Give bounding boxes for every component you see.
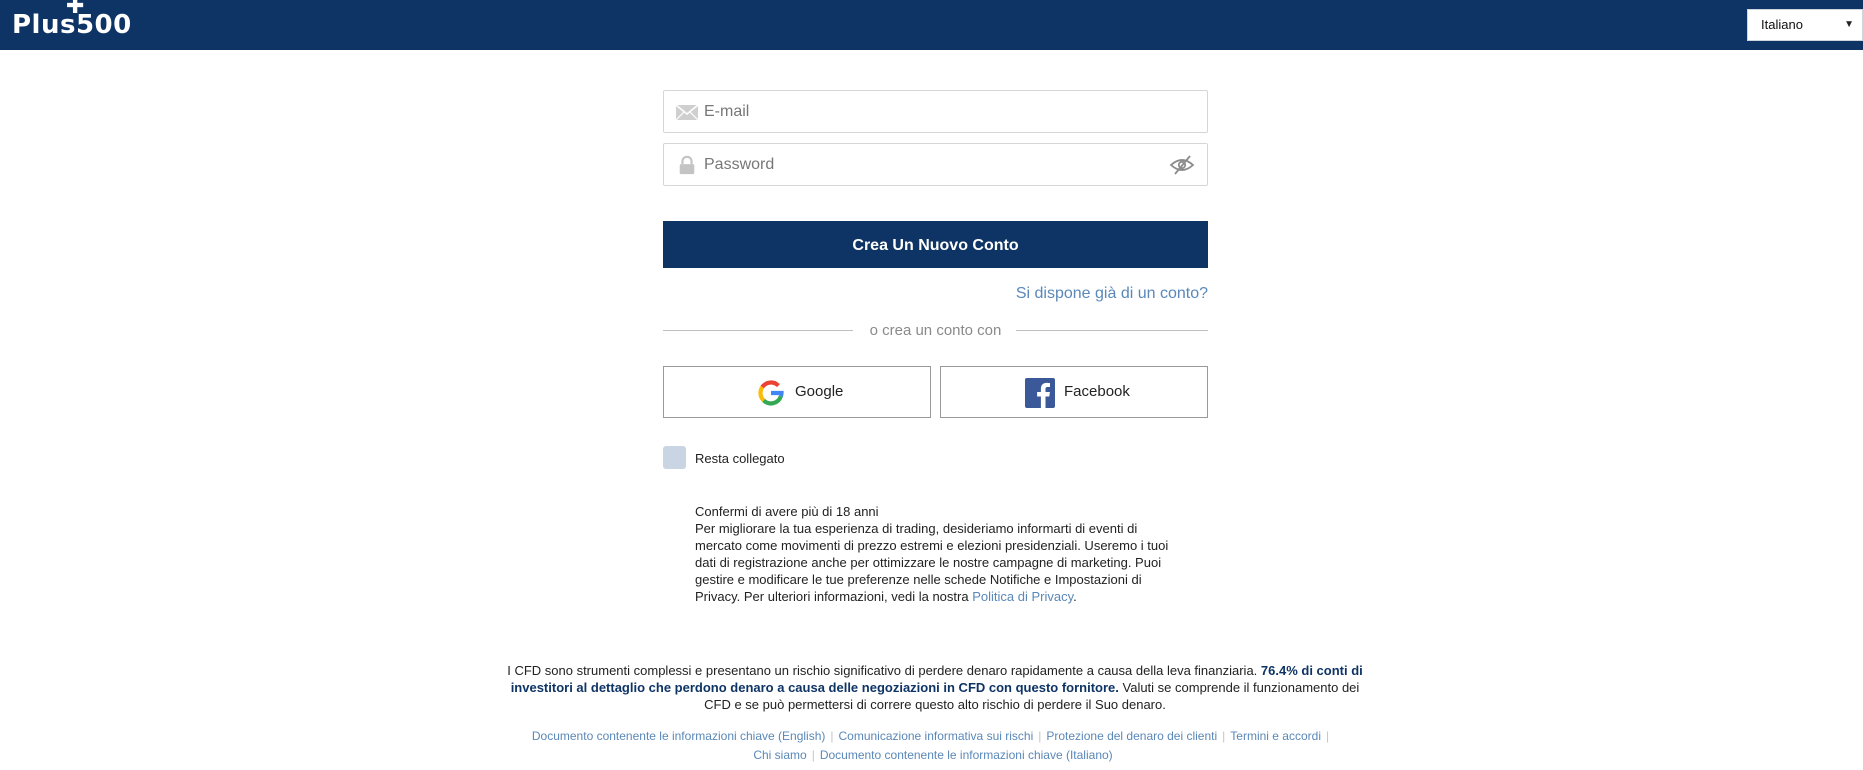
facebook-label: Facebook bbox=[1064, 383, 1130, 400]
consent-last-suffix: . bbox=[1073, 589, 1077, 604]
top-bar: Plus500 ✚ Italiano ▼ bbox=[0, 0, 1863, 50]
facebook-signup-button[interactable]: Facebook bbox=[940, 366, 1208, 418]
footer-link-kid-english[interactable]: Documento contenente le informazioni chi… bbox=[532, 729, 826, 743]
envelope-icon bbox=[675, 104, 699, 121]
language-select[interactable]: Italiano ▼ bbox=[1747, 9, 1863, 41]
lock-icon bbox=[679, 155, 695, 175]
footer-link-terms[interactable]: Termini e accordi bbox=[1230, 729, 1321, 743]
risk-warning: I CFD sono strumenti complessi e present… bbox=[500, 662, 1370, 713]
consent-last-prefix: Privacy. Per ulteriori informazioni, ved… bbox=[695, 589, 973, 604]
age-confirmation: Confermi di avere più di 18 anni bbox=[695, 504, 879, 519]
consent-line: gestire e modificare le tue preferenze n… bbox=[695, 572, 1142, 587]
consent-line: dati di registrazione anche per ottimizz… bbox=[695, 555, 1162, 570]
stay-logged-in-checkbox[interactable] bbox=[663, 446, 686, 469]
password-field[interactable] bbox=[663, 143, 1208, 186]
divider-text: o crea un conto con bbox=[869, 322, 1002, 339]
consent-line: Per migliorare la tua esperienza di trad… bbox=[695, 521, 1138, 536]
privacy-policy-link[interactable]: Politica di Privacy bbox=[972, 589, 1073, 604]
caret-down-icon: ▼ bbox=[1844, 19, 1854, 30]
consent-text: Confermi di avere più di 18 anni Per mig… bbox=[695, 503, 1190, 605]
footer-link-about[interactable]: Chi siamo bbox=[753, 748, 806, 762]
footer-separator: | bbox=[811, 748, 815, 762]
consent-line: mercato come movimenti di prezzo estremi… bbox=[695, 538, 1169, 553]
footer-separator: | bbox=[1222, 729, 1226, 743]
footer-separator: | bbox=[1038, 729, 1042, 743]
have-account-link[interactable]: Si dispone già di un conto? bbox=[663, 285, 1208, 303]
google-label: Google bbox=[795, 383, 844, 400]
plus500-logo[interactable]: Plus500 ✚ bbox=[12, 0, 132, 40]
logo-plus-icon: ✚ bbox=[66, 0, 85, 19]
footer-link-kid-italian[interactable]: Documento contenente le informazioni chi… bbox=[820, 748, 1113, 762]
google-g-icon bbox=[758, 380, 784, 406]
email-field[interactable] bbox=[663, 90, 1208, 133]
password-input[interactable] bbox=[704, 144, 1144, 185]
footer-links: Documento contenente le informazioni chi… bbox=[463, 727, 1403, 765]
create-account-button[interactable]: Crea Un Nuovo Conto bbox=[663, 221, 1208, 268]
eye-slash-icon[interactable] bbox=[1169, 154, 1195, 176]
footer-link-client-money[interactable]: Protezione del denaro dei clienti bbox=[1046, 729, 1217, 743]
google-signup-button[interactable]: Google bbox=[663, 366, 931, 418]
facebook-f-icon bbox=[1025, 378, 1055, 408]
stay-logged-in-label[interactable]: Resta collegato bbox=[695, 451, 785, 466]
consent-last-line: Privacy. Per ulteriori informazioni, ved… bbox=[695, 588, 1190, 605]
footer-link-risk-disclosure[interactable]: Comunicazione informativa sui rischi bbox=[839, 729, 1034, 743]
footer-separator: | bbox=[830, 729, 834, 743]
language-value: Italiano bbox=[1761, 17, 1803, 32]
footer-separator: | bbox=[1325, 729, 1330, 743]
email-input[interactable] bbox=[704, 91, 1144, 132]
risk-text-before: I CFD sono strumenti complessi e present… bbox=[507, 663, 1261, 678]
